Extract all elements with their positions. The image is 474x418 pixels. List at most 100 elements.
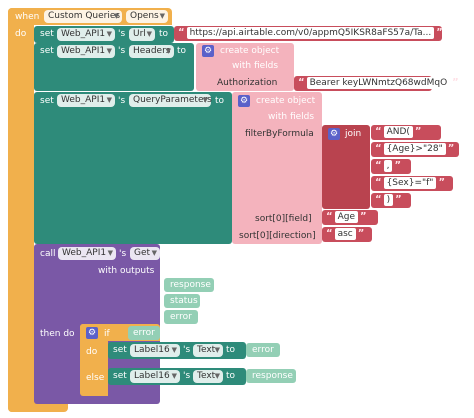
event-component-dropdown[interactable]: Custom Queries ▼ <box>44 10 122 23</box>
create-object-label: create object <box>256 96 316 106</box>
set-headers-component-dropdown[interactable]: Web_API1 ▼ <box>57 45 115 58</box>
output-status-label: status <box>170 296 198 306</box>
set-qp-prop-dropdown[interactable]: QueryParameters ▼ <box>129 94 212 107</box>
prop-text: QueryParameters <box>133 95 212 105</box>
join-item-block[interactable]: “{Age}>"28"” <box>371 142 459 157</box>
prop-text: Text <box>197 371 216 381</box>
chevron-down-icon: ▼ <box>214 372 220 380</box>
set-else-value-label: response <box>252 371 293 381</box>
set-query-params-block[interactable] <box>34 92 232 244</box>
url-text-block[interactable]: “https://api.airtable.com/v0/appmQ5IKSR8… <box>174 26 443 41</box>
call-component-dropdown[interactable]: Web_API1 ▼ <box>58 247 116 260</box>
sort-direction-key[interactable]: sort[0][direction] <box>239 230 316 242</box>
join-item-block[interactable]: “AND(” <box>371 125 441 140</box>
create-object-label: create object <box>220 46 280 56</box>
set-keyword: set <box>40 29 54 39</box>
auth-value-block[interactable]: “Bearer keyLWNmtzQ68wdMqO” <box>294 76 459 91</box>
set-keyword: set <box>40 96 54 106</box>
set-keyword: set <box>113 371 127 381</box>
sort-field-key[interactable]: sort[0][field] <box>255 213 312 225</box>
to-label: to <box>159 29 169 39</box>
if-keyword: if <box>104 329 110 339</box>
join-item-text[interactable]: ) <box>383 194 394 206</box>
with-fields-label: with fields <box>232 61 279 71</box>
header-field-key[interactable]: Authorization <box>217 77 277 89</box>
chevron-down-icon: ▼ <box>106 47 112 55</box>
auth-value-text[interactable]: Bearer keyLWNmtzQ68wdMqO <box>306 77 451 89</box>
quote-open: “ <box>326 211 333 222</box>
output-error-label: error <box>170 312 192 322</box>
sort-dir-value-block[interactable]: “asc” <box>322 227 372 242</box>
quote-close: ” <box>360 211 367 222</box>
set-url-component-dropdown[interactable]: Web_API1 ▼ <box>57 28 115 41</box>
quote-close: ” <box>414 126 422 137</box>
set-else-prop-dropdown[interactable]: Text ▼ <box>193 370 223 383</box>
possessive-label: 's <box>183 371 191 381</box>
quote-open: “ <box>326 228 333 239</box>
quote-close: ” <box>394 160 402 171</box>
prop-text: Text <box>197 345 216 355</box>
chevron-down-icon: ▼ <box>171 372 177 380</box>
gear-icon[interactable]: ⚙ <box>238 95 250 107</box>
quote-open: “ <box>375 160 382 171</box>
join-label: join <box>345 129 362 139</box>
call-keyword: call <box>40 249 56 259</box>
prop-text: Url <box>133 29 146 39</box>
chevron-down-icon: ▼ <box>159 12 165 20</box>
gear-icon[interactable]: ⚙ <box>86 327 98 339</box>
then-do-label: then do <box>40 329 75 339</box>
join-item-block[interactable]: “)” <box>371 193 411 208</box>
sort-field-value-block[interactable]: “Age” <box>322 210 378 225</box>
quote-open: “ <box>178 27 185 38</box>
chevron-down-icon: ▼ <box>171 346 177 354</box>
join-item-block[interactable]: “{Sex}="f"” <box>371 176 453 191</box>
chevron-down-icon: ▼ <box>106 30 112 38</box>
possessive-label: 's <box>118 96 126 106</box>
method-text: Get <box>134 248 151 258</box>
set-do-prop-dropdown[interactable]: Text ▼ <box>193 344 223 357</box>
set-headers-prop-dropdown[interactable]: Headers ▼ <box>129 45 174 58</box>
when-label: when <box>15 12 40 22</box>
gear-icon[interactable]: ⚙ <box>328 128 340 140</box>
set-do-component-dropdown[interactable]: Label16 ▼ <box>130 344 180 357</box>
chevron-down-icon: ▼ <box>151 249 157 257</box>
quote-close: ” <box>357 228 365 239</box>
output-response-label: response <box>170 280 211 290</box>
set-keyword: set <box>113 345 127 355</box>
chevron-down-icon: ▼ <box>202 96 208 104</box>
set-keyword: set <box>40 46 54 56</box>
filter-field-key[interactable]: filterByFormula <box>245 128 314 140</box>
do-label: do <box>15 29 27 39</box>
set-else-component-dropdown[interactable]: Label16 ▼ <box>130 370 180 383</box>
with-outputs-label: with outputs <box>98 266 155 276</box>
join-item-text[interactable]: {Sex}="f" <box>383 177 437 189</box>
if-do-label: do <box>86 347 98 357</box>
quote-open: “ <box>375 194 382 205</box>
event-name-text: Opens <box>130 11 159 21</box>
possessive-label: 's <box>119 249 127 259</box>
call-method-dropdown[interactable]: Get ▼ <box>130 247 160 260</box>
to-label: to <box>215 96 225 106</box>
event-name-dropdown[interactable]: Opens ▼ <box>126 10 168 23</box>
quote-close: ” <box>452 77 459 88</box>
sort-field-value-text[interactable]: Age <box>334 211 358 223</box>
component-text: Label16 <box>134 345 170 355</box>
set-qp-component-dropdown[interactable]: Web_API1 ▼ <box>57 94 115 107</box>
chevron-down-icon: ▼ <box>106 96 112 104</box>
join-item-text[interactable]: AND( <box>383 126 413 138</box>
component-text: Web_API1 <box>61 29 106 39</box>
event-block-frame[interactable] <box>8 8 34 412</box>
gear-icon[interactable]: ⚙ <box>202 45 214 57</box>
join-item-block[interactable]: “,” <box>371 159 411 174</box>
set-url-prop-dropdown[interactable]: Url ▼ <box>129 28 155 41</box>
possessive-label: 's <box>118 46 126 56</box>
possessive-label: 's <box>183 345 191 355</box>
join-item-text[interactable]: , <box>383 160 393 172</box>
to-label: to <box>226 371 236 381</box>
quote-close: ” <box>395 194 402 205</box>
possessive-label: 's <box>118 29 126 39</box>
url-text-value[interactable]: https://api.airtable.com/v0/appmQ5IKSR8a… <box>186 27 435 39</box>
chevron-down-icon: ▼ <box>146 30 152 38</box>
join-item-text[interactable]: {Age}>"28" <box>383 143 446 155</box>
sort-dir-value-text[interactable]: asc <box>334 228 356 240</box>
